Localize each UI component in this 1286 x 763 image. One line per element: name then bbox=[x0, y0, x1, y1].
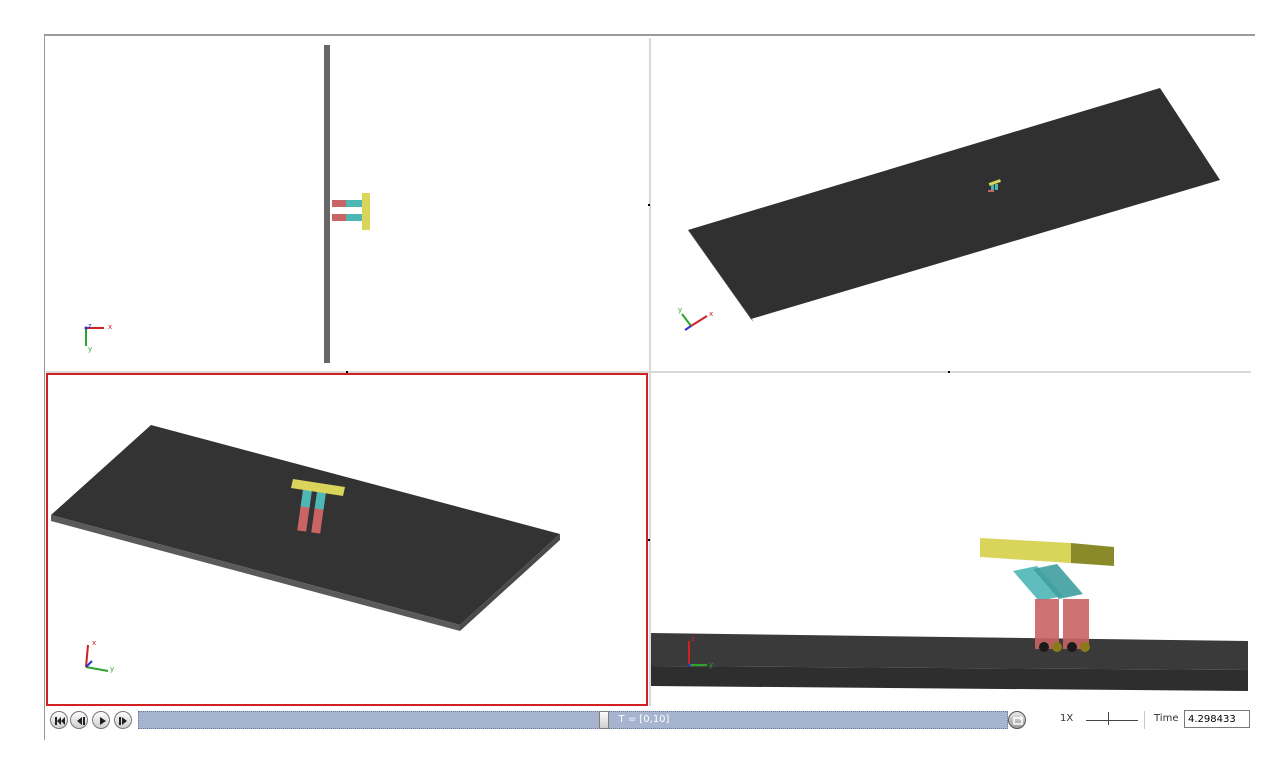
axis-triad-icon: z x y bbox=[84, 322, 112, 353]
splitter-tick bbox=[346, 371, 348, 373]
leg-shape bbox=[332, 214, 346, 221]
step-back-button[interactable] bbox=[70, 711, 88, 729]
axis-label-y: y bbox=[110, 665, 114, 673]
viewport-side[interactable]: z y bbox=[651, 373, 1251, 706]
side-view-scene: z y bbox=[651, 538, 1248, 691]
platform-edge-shape bbox=[324, 45, 330, 363]
step-back-icon bbox=[77, 717, 85, 725]
speed-slider-track[interactable] bbox=[1086, 720, 1138, 721]
rewind-button[interactable] bbox=[50, 711, 68, 729]
axis-triad-icon: x y bbox=[85, 639, 114, 673]
perspective-view-scene: y x bbox=[678, 88, 1220, 331]
time-range-label: T = [0,10] bbox=[618, 714, 670, 725]
loop-button[interactable] bbox=[1008, 711, 1026, 729]
axis-label-x: x bbox=[108, 323, 112, 331]
step-forward-button[interactable] bbox=[114, 711, 132, 729]
splitter-tick bbox=[648, 539, 650, 541]
leg-shape bbox=[332, 200, 346, 207]
axis-label-y: y bbox=[678, 306, 682, 314]
leg-shape bbox=[346, 214, 362, 221]
playback-toolbar: T = [0,10] 1X Time bbox=[46, 708, 1251, 734]
timeline-thumb[interactable] bbox=[599, 711, 609, 729]
front-view-scene: z x y bbox=[84, 45, 370, 363]
time-label: Time bbox=[1154, 713, 1179, 724]
axis-label-z: z bbox=[691, 635, 695, 643]
platform-top-shape bbox=[651, 633, 1248, 670]
leg-shape bbox=[346, 200, 362, 207]
vertical-splitter[interactable] bbox=[649, 38, 651, 706]
axis-label-x: x bbox=[92, 639, 96, 647]
speed-label: 1X bbox=[1060, 713, 1074, 724]
viewport-perspective[interactable]: y x bbox=[651, 38, 1251, 371]
step-forward-icon bbox=[119, 717, 127, 725]
viewport-front[interactable]: z x y bbox=[46, 38, 649, 371]
splitter-tick bbox=[648, 204, 650, 206]
time-input[interactable] bbox=[1184, 710, 1250, 728]
body-shape bbox=[362, 193, 370, 230]
play-icon bbox=[100, 717, 106, 725]
play-button[interactable] bbox=[92, 711, 110, 729]
toolbar-separator bbox=[1144, 711, 1145, 729]
loop-icon bbox=[1013, 716, 1023, 725]
timeline-slider[interactable]: T = [0,10] bbox=[138, 711, 1008, 729]
platform-side-shape bbox=[651, 666, 1248, 691]
robot-shape bbox=[980, 538, 1114, 652]
speed-slider-knob[interactable] bbox=[1108, 712, 1109, 725]
iso-view-scene: x y bbox=[51, 425, 560, 673]
axis-label-z: z bbox=[88, 322, 92, 330]
axis-label-y: y bbox=[88, 345, 92, 353]
axis-label-x: x bbox=[709, 310, 713, 318]
platform-top-shape bbox=[688, 88, 1220, 319]
viewport-iso[interactable]: x y bbox=[46, 373, 648, 706]
rewind-icon bbox=[55, 717, 65, 725]
axis-triad-icon: y x bbox=[678, 306, 713, 331]
splitter-tick bbox=[948, 371, 950, 373]
axis-label-y: y bbox=[709, 661, 713, 669]
